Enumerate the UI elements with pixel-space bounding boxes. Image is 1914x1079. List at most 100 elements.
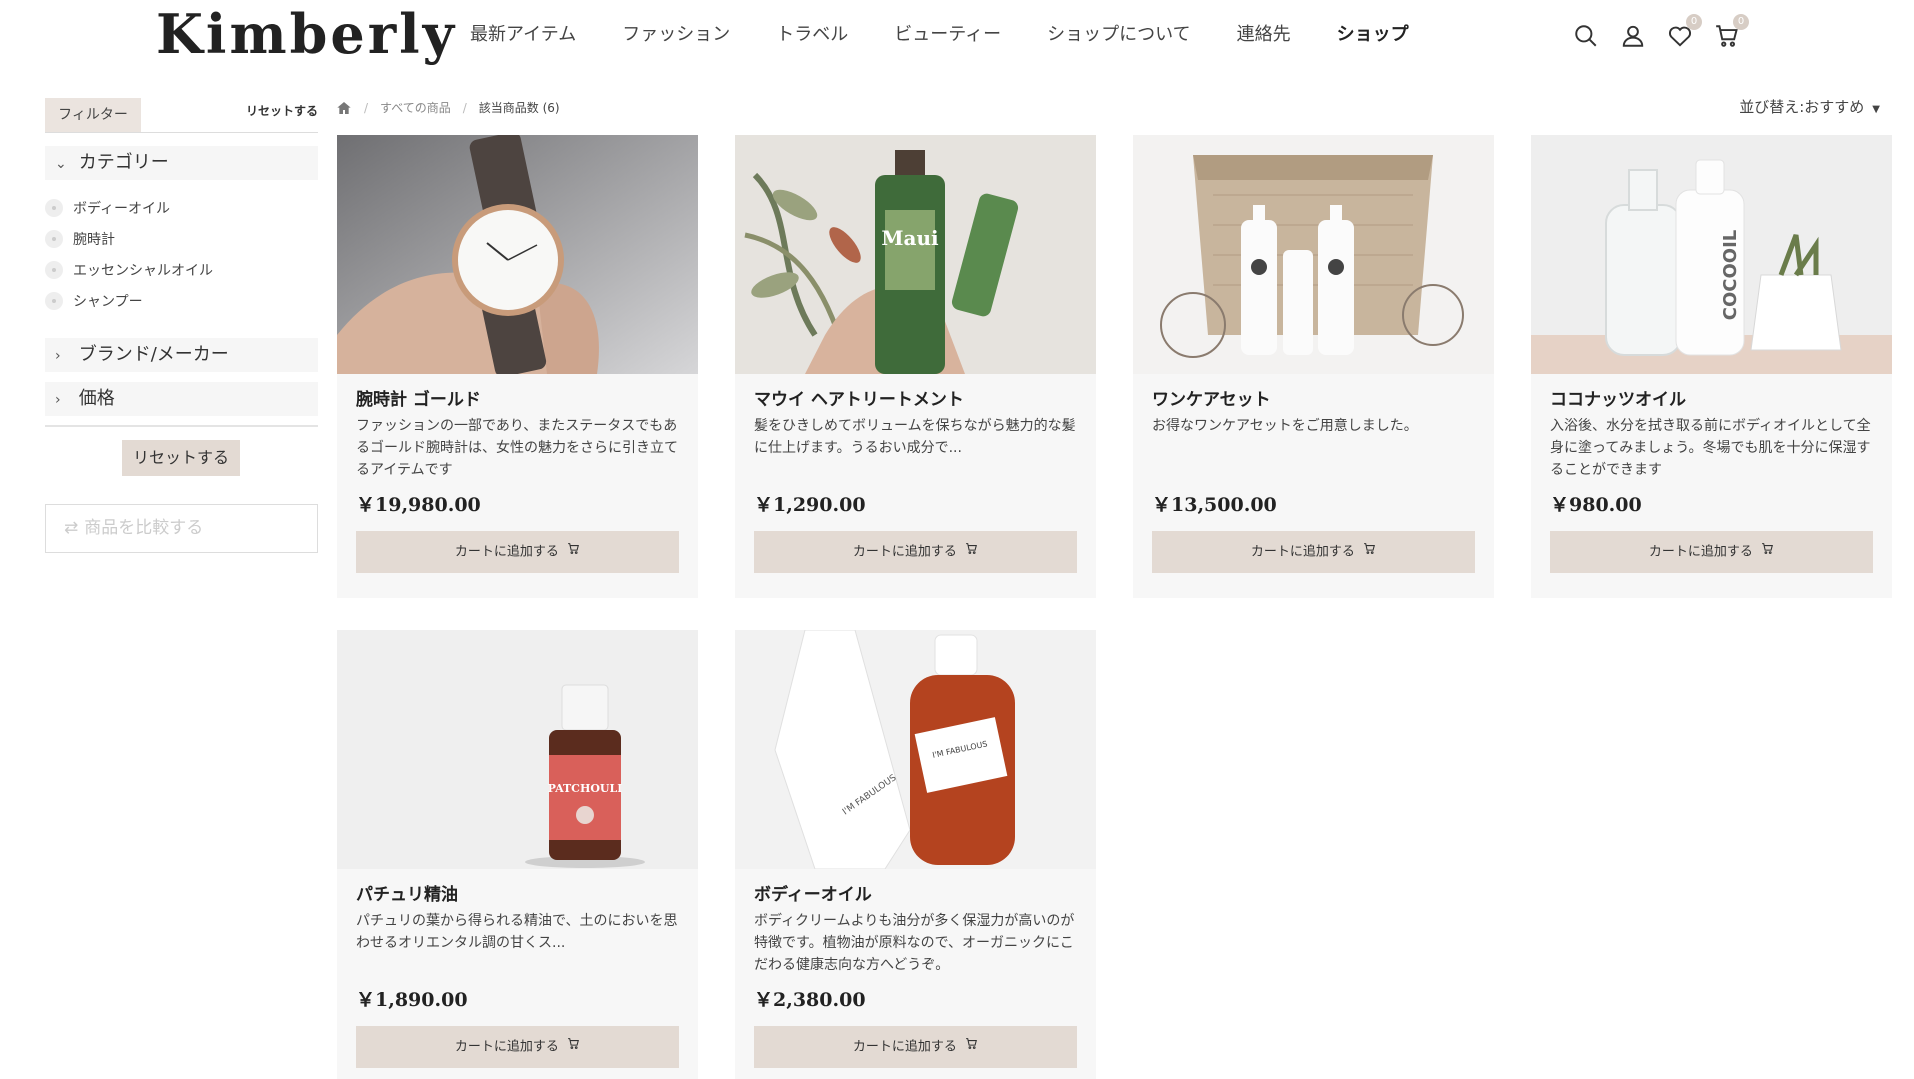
product-image-body-oil[interactable]: I'M FABULOUS I'M FABULOUS	[735, 630, 1096, 869]
product-image-watch[interactable]	[337, 135, 698, 374]
product-price: ￥13,500.00	[1152, 494, 1277, 516]
cart-icon	[965, 531, 978, 573]
svg-text:Maui: Maui	[881, 226, 939, 250]
compare-products-button[interactable]: ⇄ 商品を比較する	[45, 504, 318, 553]
product-card: PATCHOULI パチュリ精油 パチュリの葉から得られる精油で、土のにおいを思…	[337, 630, 698, 1079]
svg-text:PATCHOULI: PATCHOULI	[548, 782, 623, 795]
chevron-right-icon: ›	[55, 392, 61, 408]
product-image-coconut-oil[interactable]: COCOOIL	[1531, 135, 1892, 374]
nav-item-fashion[interactable]: ファッション	[622, 20, 730, 50]
heart-icon[interactable]: 0	[1664, 14, 1702, 52]
breadcrumb-all-products[interactable]: すべての商品	[380, 99, 451, 116]
product-price: ￥980.00	[1550, 494, 1642, 516]
price-accordion-header[interactable]: › 価格	[45, 382, 318, 416]
sort-label: 並び替え:おすすめ	[1739, 98, 1865, 116]
shuffle-icon: ⇄	[64, 518, 79, 538]
category-option-label: シャンプー	[73, 293, 143, 310]
radio-icon[interactable]	[45, 260, 63, 279]
add-to-cart-button[interactable]: カートに追加する	[754, 531, 1077, 573]
category-option-essential-oil[interactable]: エッセンシャルオイル	[45, 254, 318, 285]
add-to-cart-button[interactable]: カートに追加する	[754, 1026, 1077, 1068]
user-icon[interactable]	[1617, 20, 1649, 52]
filter-label: フィルター	[45, 98, 141, 132]
nav-item-about[interactable]: ショップについて	[1047, 20, 1190, 50]
cart-icon	[567, 1026, 580, 1068]
product-title[interactable]: パチュリ精油	[356, 880, 458, 905]
divider	[45, 425, 318, 427]
add-to-cart-label: カートに追加する	[454, 1039, 559, 1055]
cart-icon	[567, 531, 580, 573]
brand-accordion-header[interactable]: › ブランド/メーカー	[45, 338, 318, 372]
product-price: ￥1,890.00	[356, 989, 468, 1011]
breadcrumb-separator: /	[364, 100, 369, 115]
chevron-right-icon: ›	[55, 348, 61, 364]
sort-dropdown[interactable]: 並び替え:おすすめ ▼	[1739, 96, 1880, 117]
product-description: ファッションの一部であり、またステータスでもあるゴールド腕時計は、女性の魅力をさ…	[356, 418, 678, 478]
nav-item-contact[interactable]: 連絡先	[1237, 20, 1291, 50]
reset-filters-button[interactable]: リセットする	[122, 440, 240, 476]
product-title[interactable]: 腕時計 ゴールド	[356, 385, 481, 410]
nav-item-shop[interactable]: ショップ	[1337, 20, 1409, 50]
product-description: 入浴後、水分を拭き取る前にボディオイルとして全身に塗ってみましょう。冬場でも肌を…	[1550, 418, 1871, 478]
add-to-cart-button[interactable]: カートに追加する	[356, 531, 679, 573]
add-to-cart-label: カートに追加する	[852, 544, 957, 560]
nav-item-travel[interactable]: トラベル	[776, 20, 848, 50]
site-logo[interactable]: Kimberly	[156, 2, 457, 66]
radio-icon[interactable]	[45, 291, 63, 310]
site-header: Kimberly 最新アイテム ファッション トラベル ビューティー ショップに…	[0, 0, 1914, 80]
category-accordion-header[interactable]: ⌄ カテゴリー	[45, 146, 318, 180]
add-to-cart-label: カートに追加する	[1648, 544, 1753, 560]
category-option-watch[interactable]: 腕時計	[45, 223, 318, 254]
product-description: ボディクリームよりも油分が多く保湿力が高いのが特徴です。植物油が原料なので、オー…	[754, 913, 1075, 973]
product-image-shampoo[interactable]: Maui	[735, 135, 1096, 374]
divider	[45, 132, 318, 133]
cart-icon[interactable]: 0	[1711, 14, 1749, 52]
nav-item-beauty[interactable]: ビューティー	[894, 20, 1001, 50]
category-list: ボディーオイル 腕時計 エッセンシャルオイル シャンプー	[45, 192, 318, 316]
add-to-cart-button[interactable]: カートに追加する	[1550, 531, 1873, 573]
product-price: ￥2,380.00	[754, 989, 866, 1011]
cart-icon	[1761, 531, 1774, 573]
product-image-care-set[interactable]	[1133, 135, 1494, 374]
add-to-cart-button[interactable]: カートに追加する	[356, 1026, 679, 1068]
product-card: I'M FABULOUS I'M FABULOUS ボディーオイル ボディクリー…	[735, 630, 1096, 1079]
radio-icon[interactable]	[45, 229, 63, 248]
chevron-down-icon: ⌄	[55, 156, 67, 172]
product-description: 髪をひきしめてボリュームを保ちながら魅力的な髪に仕上げます。うるおい成分で...	[754, 418, 1076, 456]
wishlist-count-badge: 0	[1686, 14, 1702, 30]
svg-text:COCOOIL: COCOOIL	[1720, 230, 1741, 321]
home-icon[interactable]	[336, 100, 352, 116]
category-option-label: 腕時計	[73, 231, 115, 248]
breadcrumb: / すべての商品 / 該当商品数 (6)	[336, 99, 560, 116]
breadcrumb-current: 該当商品数 (6)	[478, 101, 560, 115]
add-to-cart-label: カートに追加する	[454, 544, 559, 560]
category-option-label: エッセンシャルオイル	[73, 262, 213, 279]
product-description: パチュリの葉から得られる精油で、土のにおいを思わせるオリエンタル調の甘くス...	[356, 913, 678, 951]
product-description: お得なワンケアセットをご用意しました。	[1152, 418, 1418, 434]
main-nav: 最新アイテム ファッション トラベル ビューティー ショップについて 連絡先 シ…	[470, 20, 1455, 50]
filter-reset-link[interactable]: リセットする	[246, 102, 318, 119]
brand-heading: ブランド/メーカー	[78, 344, 229, 365]
add-to-cart-label: カートに追加する	[1250, 544, 1355, 560]
product-title[interactable]: ワンケアセット	[1152, 385, 1271, 410]
product-image-patchouli[interactable]: PATCHOULI	[337, 630, 698, 869]
nav-item-latest[interactable]: 最新アイテム	[470, 20, 576, 50]
search-icon[interactable]	[1570, 20, 1602, 52]
cart-icon	[965, 1026, 978, 1068]
breadcrumb-separator: /	[462, 100, 467, 115]
compare-button-label: 商品を比較する	[84, 518, 204, 538]
product-card: ワンケアセット お得なワンケアセットをご用意しました。 ￥13,500.00 カ…	[1133, 135, 1494, 598]
category-option-label: ボディーオイル	[73, 200, 171, 217]
category-option-shampoo[interactable]: シャンプー	[45, 285, 318, 316]
category-option-body-oil[interactable]: ボディーオイル	[45, 192, 318, 223]
product-price: ￥1,290.00	[754, 494, 866, 516]
cart-count-badge: 0	[1733, 14, 1749, 30]
add-to-cart-button[interactable]: カートに追加する	[1152, 531, 1475, 573]
product-title[interactable]: ココナッツオイル	[1550, 385, 1686, 410]
product-card: COCOOIL ココナッツオイル 入浴後、水分を拭き取る前にボディオイルとして全…	[1531, 135, 1892, 598]
product-title[interactable]: ボディーオイル	[754, 880, 872, 905]
category-heading: カテゴリー	[78, 152, 169, 173]
radio-icon[interactable]	[45, 198, 63, 217]
product-title[interactable]: マウイ ヘアトリートメント	[754, 385, 964, 410]
product-price: ￥19,980.00	[356, 494, 481, 516]
